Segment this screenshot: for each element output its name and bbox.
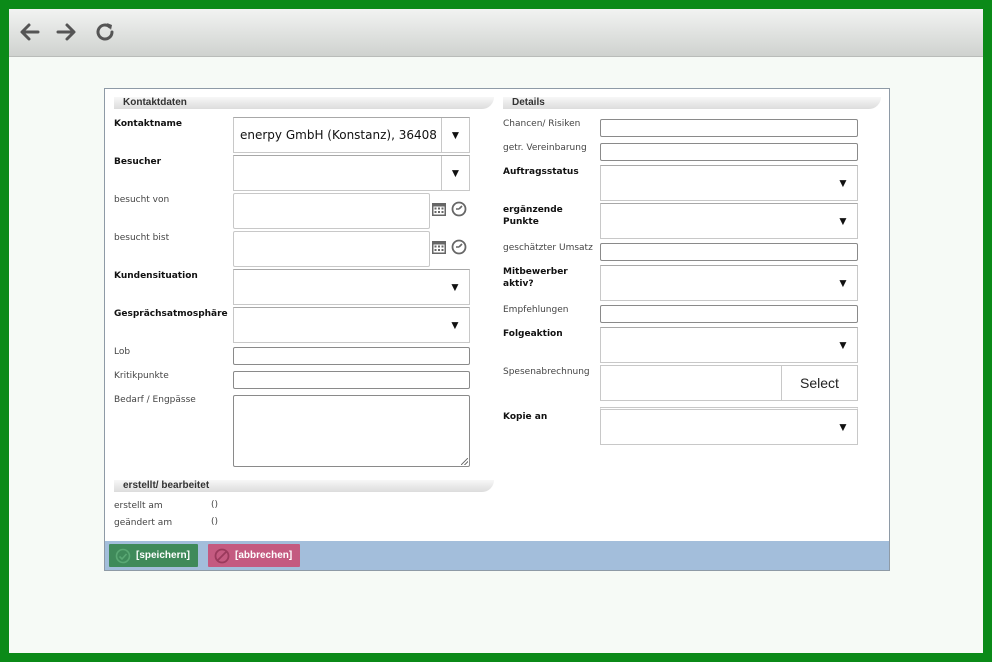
geaendert-am-value: () <box>211 517 219 527</box>
section-heading-erstellt: erstellt/ bearbeitet <box>114 480 494 492</box>
label-erstellt-am: erstellt am <box>114 501 163 511</box>
reload-icon <box>96 23 114 41</box>
cancel-button-label: [abbrechen] <box>235 550 293 561</box>
dropdown-arrow-icon: ▼ <box>441 118 469 152</box>
folgeaktion-select[interactable]: ▼ <box>600 327 858 363</box>
chancen-input[interactable] <box>600 119 858 137</box>
resize-grip-icon[interactable] <box>461 458 468 465</box>
dropdown-arrow-icon: ▼ <box>441 156 469 190</box>
besucht-bist-input[interactable] <box>233 231 430 267</box>
label-empfehlungen: Empfehlungen <box>503 305 569 315</box>
cancel-button[interactable]: [abbrechen] <box>208 544 301 567</box>
browser-toolbar <box>9 9 983 57</box>
label-mitbewerber: Mitbewerber aktiv? <box>503 267 568 289</box>
umsatz-input[interactable] <box>600 243 858 261</box>
dropdown-arrow-icon: ▼ <box>837 214 849 228</box>
besucht-von-input[interactable] <box>233 193 430 229</box>
label-vereinbarung: getr. Vereinbarung <box>503 143 587 153</box>
label-umsatz: geschätzter Umsatz <box>503 243 593 253</box>
erstellt-am-value: () <box>211 500 219 510</box>
label-ergaenzende-punkte: ergänzende Punkte <box>503 205 563 227</box>
ergaenzende-punkte-select[interactable]: ▼ <box>600 203 858 239</box>
label-lob: Lob <box>114 347 131 357</box>
lob-input[interactable] <box>233 347 470 365</box>
dropdown-arrow-icon: ▼ <box>837 176 849 190</box>
dropdown-arrow-icon: ▼ <box>837 276 849 290</box>
kritikpunkte-input[interactable] <box>233 371 470 389</box>
label-besucht-bist: besucht bist <box>114 233 170 243</box>
dropdown-arrow-icon: ▼ <box>449 280 461 294</box>
calendar-icon[interactable] <box>431 239 447 255</box>
save-button[interactable]: [speichern] <box>109 544 198 567</box>
label-chancen: Chancen/ Risiken <box>503 119 581 129</box>
section-heading-kontaktdaten: Kontaktdaten <box>114 97 494 109</box>
browser-window: Kontaktdaten Details Kontaktname enerpy … <box>9 9 983 653</box>
label-auftragsstatus: Auftragsstatus <box>503 167 579 177</box>
clock-icon[interactable] <box>451 239 467 255</box>
label-spesenabrechnung: Spesenabrechnung <box>503 367 590 377</box>
arrow-left-icon <box>20 23 40 41</box>
kundensituation-select[interactable]: ▼ <box>233 269 470 305</box>
label-kontaktname: Kontaktname <box>114 119 183 129</box>
label-bedarf: Bedarf / Engpässe <box>114 395 196 405</box>
auftragsstatus-select[interactable]: ▼ <box>600 165 858 201</box>
label-besucher: Besucher <box>114 157 162 167</box>
empfehlungen-input[interactable] <box>600 305 858 323</box>
bedarf-textarea[interactable] <box>233 395 470 467</box>
reload-button[interactable] <box>90 17 120 47</box>
vereinbarung-input[interactable] <box>600 143 858 161</box>
spesenabrechnung-picker[interactable]: Select <box>600 365 858 401</box>
contact-report-form: Kontaktdaten Details Kontaktname enerpy … <box>104 88 890 571</box>
kontaktname-value: enerpy GmbH (Konstanz), 36408 <box>240 128 437 142</box>
kontaktname-select[interactable]: enerpy GmbH (Konstanz), 36408 ▼ <box>233 117 470 153</box>
dropdown-arrow-icon: ▼ <box>837 338 849 352</box>
label-kopie-an: Kopie an <box>503 412 548 422</box>
mitbewerber-select[interactable]: ▼ <box>600 265 858 301</box>
spesen-select-button[interactable]: Select <box>781 366 857 400</box>
forward-button[interactable] <box>51 17 81 47</box>
label-kundensituation: Kundensituation <box>114 271 198 281</box>
dropdown-arrow-icon: ▼ <box>837 420 849 434</box>
gespraechsatmosphaere-select[interactable]: ▼ <box>233 307 470 343</box>
section-heading-details: Details <box>503 97 881 109</box>
save-button-label: [speichern] <box>136 550 190 561</box>
label-besucht-von: besucht von <box>114 195 170 205</box>
label-kritikpunkte: Kritikpunkte <box>114 371 169 381</box>
back-button[interactable] <box>15 17 45 47</box>
kopie-an-select[interactable]: ▼ <box>600 407 858 445</box>
clock-icon[interactable] <box>451 201 467 217</box>
besucher-select[interactable]: ▼ <box>233 155 470 191</box>
check-circle-icon <box>115 548 131 563</box>
arrow-right-icon <box>56 23 76 41</box>
cancel-circle-icon <box>214 548 230 563</box>
form-footer: [speichern] [abbrechen] <box>105 541 889 570</box>
label-gespraechsatmosphaere: Gesprächsatmosphäre <box>114 309 228 319</box>
calendar-icon[interactable] <box>431 201 447 217</box>
dropdown-arrow-icon: ▼ <box>449 318 461 332</box>
label-geaendert-am: geändert am <box>114 518 173 528</box>
label-folgeaktion: Folgeaktion <box>503 329 563 339</box>
